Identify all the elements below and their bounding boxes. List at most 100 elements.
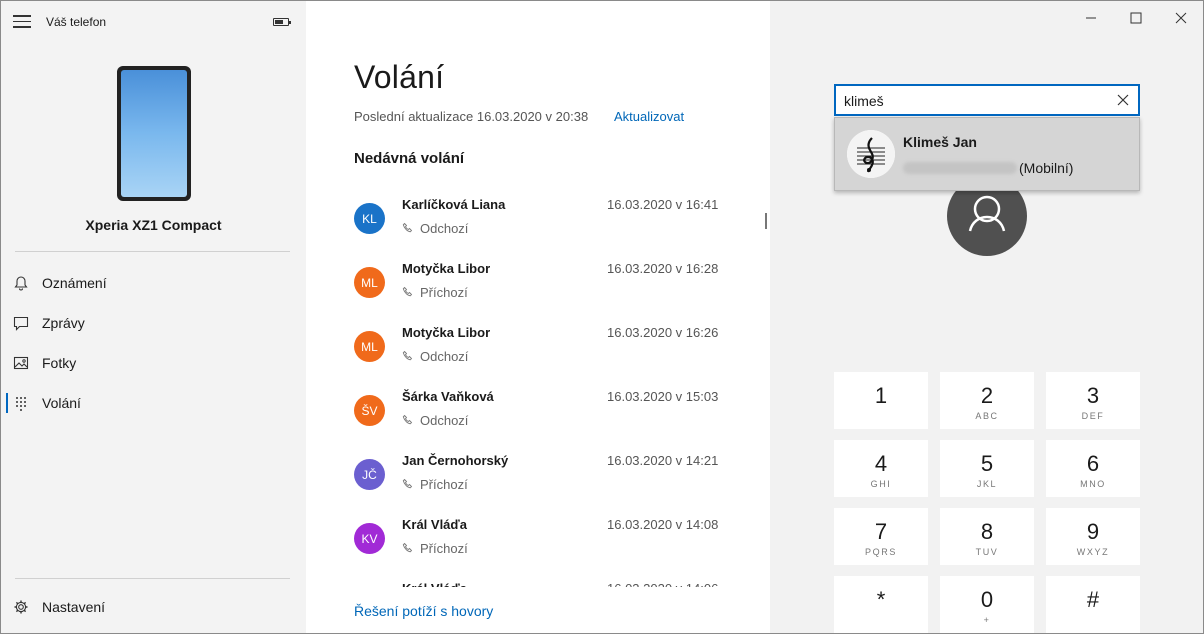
device-name: Xperia XZ1 Compact — [85, 217, 222, 233]
dial-key[interactable]: 0 + — [940, 576, 1034, 633]
divider — [15, 578, 290, 579]
call-row[interactable]: KV Král Vláďa 16.03.2020 v 14:08 Příchozí — [354, 507, 734, 571]
minimize-icon[interactable] — [1080, 7, 1102, 29]
call-direction: Odchozí — [420, 349, 469, 364]
phone-screen — [121, 70, 187, 197]
app-title: Váš telefon — [46, 15, 107, 29]
nav-label: Oznámení — [42, 275, 107, 291]
avatar: KV — [354, 523, 385, 554]
bell-icon — [14, 276, 28, 291]
dial-key[interactable]: 8 TUV — [940, 508, 1034, 565]
troubleshoot-link[interactable]: Řešení potíží s hovory — [354, 603, 493, 619]
search-suggestion[interactable]: Klimeš Jan (Mobilní) — [834, 117, 1140, 191]
treble-clef-icon — [847, 130, 895, 178]
contact-photo — [847, 130, 895, 178]
scrollbar[interactable] — [765, 213, 767, 229]
nav-label: Nastavení — [42, 599, 106, 615]
phone-icon — [402, 286, 413, 297]
call-row[interactable]: JČ Jan Černohorský 16.03.2020 v 14:21 Přích… — [354, 443, 734, 507]
key-digit: # — [1086, 587, 1100, 612]
call-time: 16.03.2020 v 16:28 — [607, 261, 719, 276]
avatar: ML — [354, 331, 385, 362]
nav-item-photos[interactable]: Fotky — [1, 343, 306, 383]
key-digit: 7 — [874, 519, 888, 544]
gear-icon — [14, 600, 28, 614]
maximize-icon[interactable] — [1125, 7, 1147, 29]
key-digit: 9 — [1086, 519, 1100, 544]
section-title: Nedávná volání — [354, 150, 465, 167]
nav-item-notifications[interactable]: Oznámení — [1, 263, 306, 303]
app-window: Váš telefon Xperia XZ1 Compact Oznámení … — [0, 0, 1204, 634]
phone-icon — [402, 478, 413, 489]
dial-key[interactable]: 6 MNO — [1046, 440, 1140, 497]
nav-label: Zprávy — [42, 315, 85, 331]
nav-item-settings[interactable]: Nastavení — [1, 587, 306, 627]
refresh-link[interactable]: Aktualizovat — [614, 109, 684, 124]
nav-list: Oznámení Zprávy Fotky Volání — [1, 263, 306, 423]
nav-label: Volání — [42, 395, 81, 411]
call-time: 16.03.2020 v 16:41 — [607, 197, 719, 212]
dial-key[interactable]: 3 DEF — [1046, 372, 1140, 429]
dial-key[interactable]: * — [834, 576, 928, 633]
page-title: Volání — [354, 59, 445, 95]
key-digit: 2 — [980, 383, 994, 408]
clear-icon[interactable] — [1116, 93, 1130, 107]
nav-label: Fotky — [42, 355, 77, 371]
key-digit: 5 — [980, 451, 994, 476]
key-letters: ABC — [975, 411, 999, 421]
key-letters: TUV — [975, 547, 999, 557]
caller-name: Karlíčková Liana — [402, 197, 506, 212]
key-digit: 8 — [980, 519, 994, 544]
hamburger-menu-icon[interactable] — [13, 15, 31, 29]
close-icon[interactable] — [1170, 7, 1192, 29]
call-time: 16.03.2020 v 14:08 — [607, 517, 719, 532]
calls-panel: Volání Poslední aktualizace 16.03.2020 v… — [306, 1, 770, 633]
recent-calls-list: KL Karlíčková Liana 16.03.2020 v 16:41 Odch… — [354, 187, 734, 587]
dialer-panel: Klimeš Jan (Mobilní) 1 2 ABC 3 DEF 4 GHI 5 JKL 6 M… — [770, 1, 1203, 633]
key-digit: 3 — [1086, 383, 1100, 408]
caller-name: Král Vláďa — [402, 517, 467, 532]
suggestion-number-type: (Mobilní) — [1019, 160, 1074, 176]
dialpad-icon — [16, 397, 26, 411]
search-input[interactable] — [844, 91, 1104, 111]
key-digit: 1 — [874, 383, 888, 408]
dial-key[interactable]: 1 — [834, 372, 928, 429]
call-direction: Příchozí — [420, 285, 468, 300]
key-digit: 4 — [874, 451, 888, 476]
avatar: JČ — [354, 459, 385, 490]
caller-name: Král Vláďa — [402, 581, 467, 587]
suggestion-name: Klimeš Jan — [903, 134, 977, 150]
dial-key[interactable]: 4 GHI — [834, 440, 928, 497]
call-direction: Příchozí — [420, 477, 468, 492]
call-row[interactable]: KVKrál Vláďa16.03.2020 v 14:06Odchozí — [354, 571, 734, 587]
key-digit: 6 — [1086, 451, 1100, 476]
key-letters: MNO — [1080, 479, 1106, 489]
dial-key[interactable]: 2 ABC — [940, 372, 1034, 429]
key-digit: * — [876, 587, 886, 612]
dial-key[interactable]: 9 WXYZ — [1046, 508, 1140, 565]
key-letters: GHI — [870, 479, 892, 489]
key-letters: WXYZ — [1076, 547, 1110, 557]
call-time: 16.03.2020 v 14:06 — [607, 581, 718, 587]
nav-item-calls[interactable]: Volání — [1, 383, 306, 423]
call-row[interactable]: ML Motyčka Libor 16.03.2020 v 16:28 Příchoz… — [354, 251, 734, 315]
dial-key[interactable]: 7 PQRS — [834, 508, 928, 565]
call-row[interactable]: ML Motyčka Libor 16.03.2020 v 16:26 Odchozí — [354, 315, 734, 379]
key-letters: JKL — [976, 479, 998, 489]
last-update-text: Poslední aktualizace 16.03.2020 v 20:38 — [354, 109, 589, 124]
avatar: ML — [354, 267, 385, 298]
avatar: ŠV — [354, 395, 385, 426]
caller-name: Jan Černohorský — [402, 453, 509, 468]
call-direction: Odchozí — [420, 413, 469, 428]
caller-name: Motyčka Libor — [402, 325, 491, 340]
nav-item-messages[interactable]: Zprávy — [1, 303, 306, 343]
avatar: KL — [354, 203, 385, 234]
call-time: 16.03.2020 v 14:21 — [607, 453, 719, 468]
dial-key[interactable]: # — [1046, 576, 1140, 633]
sidebar: Váš telefon Xperia XZ1 Compact Oznámení … — [1, 1, 306, 633]
contact-search-box[interactable] — [834, 84, 1140, 116]
call-row[interactable]: KL Karlíčková Liana 16.03.2020 v 16:41 Odch… — [354, 187, 734, 251]
dial-key[interactable]: 5 JKL — [940, 440, 1034, 497]
phone-image — [117, 66, 191, 201]
call-row[interactable]: ŠV Šárka Vaňková 16.03.2020 v 15:03 Odchozí — [354, 379, 734, 443]
